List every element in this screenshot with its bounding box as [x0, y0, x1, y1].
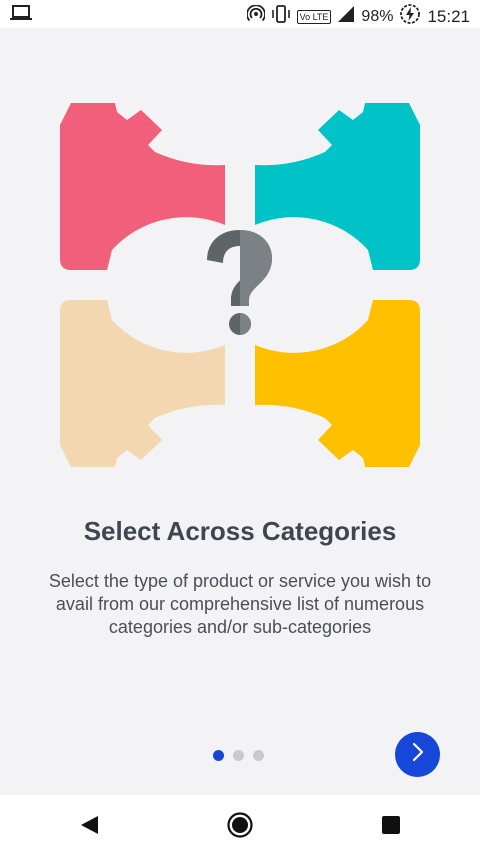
page-indicator: [213, 750, 264, 761]
page-dot-3[interactable]: [253, 750, 264, 761]
next-button[interactable]: [395, 732, 440, 777]
page-dot-1[interactable]: [213, 750, 224, 761]
chevron-right-icon: [407, 741, 429, 768]
battery-percent: 98%: [361, 7, 394, 25]
recents-icon[interactable]: [382, 816, 400, 839]
page-dot-2[interactable]: [233, 750, 244, 761]
onboarding-description: Select the type of product or service yo…: [48, 571, 432, 637]
system-nav-bar: [0, 795, 480, 853]
hotspot-icon: [245, 4, 266, 28]
beige-arrow-shape: [60, 300, 225, 467]
vibrate-icon: [271, 5, 291, 28]
categories-arrows-question-icon: [55, 100, 425, 470]
teal-arrow-shape: [255, 103, 420, 270]
home-icon[interactable]: [227, 812, 253, 843]
volte-icon: Vo LTE: [296, 9, 332, 24]
signal-icon: [337, 5, 355, 28]
status-bar: Vo LTE 98% 15:21: [0, 0, 480, 28]
question-mark: [207, 230, 272, 335]
yellow-arrow-shape: [255, 300, 420, 467]
laptop-icon: [10, 4, 32, 27]
back-icon[interactable]: [78, 814, 100, 841]
battery-saver-icon: [399, 3, 421, 30]
clock: 15:21: [427, 6, 470, 26]
onboarding-screen: Vo LTE 98% 15:21 Select Across Categorie…: [0, 0, 480, 853]
onboarding-title: Select Across Categories: [83, 516, 397, 546]
pink-arrow-shape: [60, 103, 225, 270]
